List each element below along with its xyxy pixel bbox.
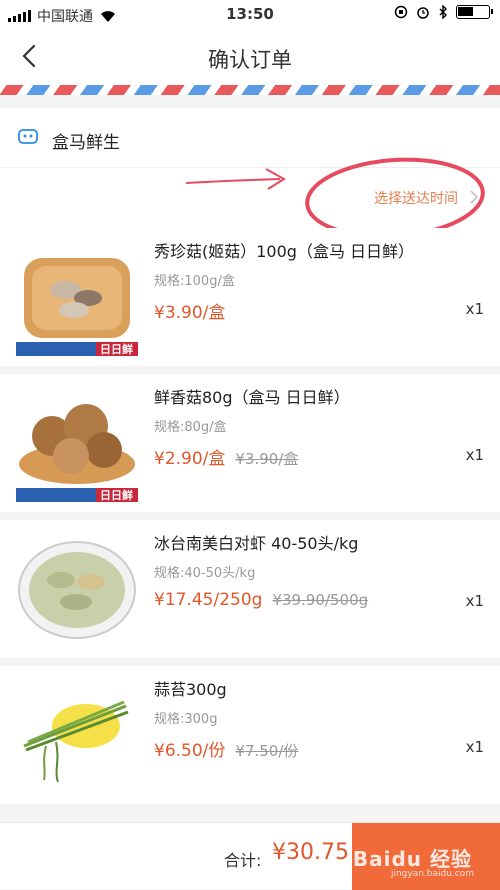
item-quantity: x1 (465, 446, 484, 464)
item-price-row: ¥6.50/份 ¥7.50/份 (154, 736, 298, 761)
order-item[interactable]: 日日鲜 鲜香菇80g（盒马 日日鲜） 规格:80g/盒 ¥2.90/盒 ¥3.90… (0, 374, 500, 512)
product-image: 日日鲜 (16, 238, 138, 356)
order-item[interactable]: 蒜苔300g 规格:300g ¥6.50/份 ¥7.50/份 x1 (0, 666, 500, 804)
page-title: 确认订单 (208, 48, 292, 72)
product-image (16, 676, 138, 794)
status-bar: 中国联通 13:50 (0, 0, 500, 30)
item-spec: 规格:80g/盒 (154, 420, 227, 435)
item-price: ¥6.50/份 (154, 741, 226, 761)
order-item[interactable]: 冰台南美白对虾 40-50头/kg 规格:40-50头/kg ¥17.45/25… (0, 520, 500, 658)
store-name: 盒马鲜生 (52, 133, 120, 153)
annotation-arrow-icon (185, 168, 286, 190)
brand-label: 日日鲜 (100, 489, 133, 502)
item-price-row: ¥3.90/盒 (154, 298, 225, 323)
item-spec: 规格:300g (154, 712, 218, 727)
hema-logo-icon (18, 129, 38, 144)
item-price-row: ¥2.90/盒 ¥3.90/盒 (154, 444, 298, 469)
item-quantity: x1 (465, 738, 484, 756)
product-image: 日日鲜 (16, 384, 138, 502)
item-original-price: ¥3.90/盒 (235, 450, 299, 468)
item-price: ¥2.90/盒 (154, 449, 226, 469)
item-price-row: ¥17.45/250g ¥39.90/500g (154, 590, 368, 610)
item-name: 冰台南美白对虾 40-50头/kg (154, 534, 359, 553)
bluetooth-icon (439, 5, 447, 19)
item-price: ¥3.90/盒 (154, 303, 226, 323)
item-name: 鲜香菇80g（盒马 日日鲜） (154, 388, 350, 407)
checkout-bar: 合计: ¥30.75 Baidu 经验 jingyan.baidu.com (0, 822, 500, 890)
item-price: ¥17.45/250g (154, 590, 263, 610)
item-original-price: ¥7.50/份 (235, 742, 299, 760)
watermark-url: jingyan.baidu.com (390, 869, 474, 879)
total-value: ¥30.75 (272, 840, 349, 865)
item-name: 蒜苔300g (154, 680, 227, 699)
nav-bar: 确认订单 (0, 30, 500, 85)
item-spec: 规格:40-50头/kg (154, 566, 256, 581)
airmail-border (0, 85, 500, 95)
item-spec: 规格:100g/盒 (154, 274, 235, 289)
watermark-logo: Baidu 经验 (352, 847, 472, 871)
total-label: 合计: (224, 851, 262, 870)
orientation-lock-icon (394, 5, 408, 19)
alarm-icon (417, 7, 429, 19)
item-quantity: x1 (465, 300, 484, 318)
brand-label: 日日鲜 (100, 343, 133, 356)
submit-order-button[interactable]: Baidu 经验 jingyan.baidu.com (352, 823, 500, 890)
battery-icon (456, 5, 493, 19)
order-item[interactable]: 日日鲜 秀珍菇(姬菇）100g（盒马 日日鲜） 规格:100g/盒 ¥3.90/… (0, 228, 500, 366)
battery-level (458, 7, 473, 16)
product-image (16, 530, 138, 648)
item-name: 秀珍菇(姬菇）100g（盒马 日日鲜） (154, 242, 415, 261)
status-icons (394, 5, 493, 19)
item-original-price: ¥39.90/500g (272, 591, 369, 609)
item-quantity: x1 (465, 592, 484, 610)
